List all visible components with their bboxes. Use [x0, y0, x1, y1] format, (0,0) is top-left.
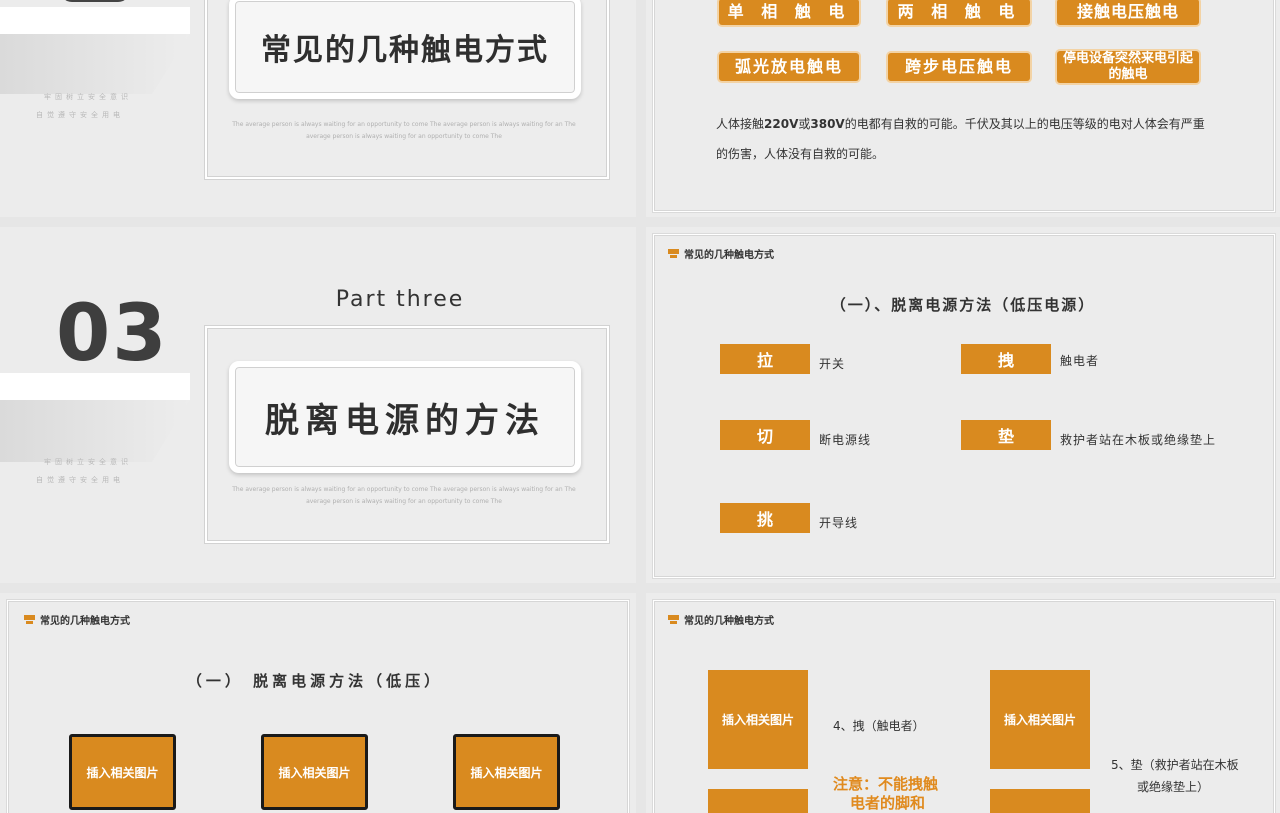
para-line2: 的伤害，人体没有自救的可能。 — [716, 147, 885, 161]
caption-5-line2: 或绝缘垫上） — [1137, 780, 1210, 794]
image-placeholder-2[interactable]: 插入相关图片 — [261, 734, 368, 810]
slide-1-thumbnail[interactable]: 牢固树立安全意识 自觉遵守安全用电 常见的几种触电方式 The average … — [0, 0, 636, 217]
decor-band-shadow — [0, 34, 190, 94]
decor-band — [0, 7, 190, 34]
image-placeholder-4-partial — [990, 789, 1090, 813]
tiny-slogan-1: 牢固树立安全意识 — [44, 93, 132, 101]
method-label-pad: 救护者站在木板或绝缘垫上 — [1060, 433, 1217, 447]
caption-4: 4、拽（触电者） — [833, 719, 925, 733]
header-icon — [668, 249, 679, 258]
section-title: （一）、脱离电源方法（低压电源） — [830, 296, 1096, 314]
slide-6-thumbnail[interactable]: 常见的几种触电方式 插入相关图片 插入相关图片 4、拽（触电者） 5、垫（救护者… — [646, 593, 1280, 813]
header-icon — [24, 615, 35, 624]
slide-3-thumbnail[interactable]: 03 牢固树立安全意识 自觉遵守安全用电 Part three 脱离电源的方法 … — [0, 227, 636, 583]
english-caption: The average person is always waiting for… — [232, 121, 576, 140]
decor-band-shadow — [0, 400, 190, 462]
method-key-pull: 拉 — [720, 344, 810, 374]
pill-single-phase: 单 相 触 电 — [719, 0, 859, 25]
method-label-pull: 开关 — [819, 357, 846, 371]
method-key-pad: 垫 — [961, 420, 1051, 450]
section-title: （一） 脱离电源方法（低压） — [186, 672, 444, 690]
slide-border — [653, 0, 1275, 212]
slide-title: 脱离电源的方法 — [229, 361, 581, 473]
image-placeholder-1[interactable]: 插入相关图片 — [708, 670, 808, 769]
header-text: 常见的几种触电方式 — [684, 250, 774, 261]
tiny-slogan-2: 自觉遵守安全用电 — [36, 476, 124, 484]
number-fragment — [60, 0, 130, 2]
slide-header: 常见的几种触电方式 — [24, 612, 130, 627]
section-number: 03 — [56, 289, 169, 379]
slide-header: 常见的几种触电方式 — [668, 612, 774, 627]
pill-contact-voltage: 接触电压触电 — [1057, 0, 1199, 25]
header-icon — [668, 615, 679, 624]
warning-note-line2: 电者的脚和 — [850, 794, 926, 812]
pill-sudden-power: 停电设备突然来电引起的触电 — [1057, 51, 1199, 83]
slide2-paragraph: 人体接触220V或380V的电都有自救的可能。千伏及其以上的电压等级的电对人体会… — [716, 109, 1216, 169]
method-key-cut: 切 — [720, 420, 810, 450]
slide-5-thumbnail[interactable]: 常见的几种触电方式 （一） 脱离电源方法（低压） 插入相关图片 插入相关图片 插… — [0, 593, 636, 813]
image-placeholder-3[interactable]: 插入相关图片 — [453, 734, 560, 810]
para-rest: 的电都有自救的可能。千伏及其以上的电压等级的电对人体会有严重 — [844, 117, 1205, 131]
method-label-cut: 断电源线 — [819, 433, 872, 447]
caption-5-line1: 5、垫（救护者站在木板 — [1111, 758, 1239, 772]
method-key-lift: 挑 — [720, 503, 810, 533]
image-placeholder-1[interactable]: 插入相关图片 — [69, 734, 176, 810]
method-label-drag: 触电者 — [1060, 354, 1100, 368]
method-key-drag: 拽 — [961, 344, 1051, 374]
method-label-lift: 开导线 — [819, 516, 859, 530]
voltage-380: 380V — [810, 117, 845, 131]
slide-header: 常见的几种触电方式 — [668, 246, 774, 261]
slide-title: 常见的几种触电方式 — [229, 0, 581, 99]
warning-note-line1: 注意：不能拽触 — [833, 775, 939, 793]
para-or: 或 — [798, 117, 811, 131]
slide-4-thumbnail[interactable]: 常见的几种触电方式 （一）、脱离电源方法（低压电源） 拉 开关 拽 触电者 切 … — [646, 227, 1280, 583]
header-text: 常见的几种触电方式 — [684, 616, 774, 627]
tiny-slogan-2: 自觉遵守安全用电 — [36, 111, 124, 119]
english-caption: The average person is always waiting for… — [232, 486, 576, 505]
header-text: 常见的几种触电方式 — [40, 616, 130, 627]
image-placeholder-3-partial — [708, 789, 808, 813]
slide-2-thumbnail[interactable]: 单 相 触 电 两 相 触 电 接触电压触电 弧光放电触电 跨步电压触电 停电设… — [646, 0, 1280, 217]
pill-step-voltage: 跨步电压触电 — [888, 53, 1030, 81]
voltage-220: 220V — [764, 117, 799, 131]
tiny-slogan-1: 牢固树立安全意识 — [44, 458, 132, 466]
pill-two-phase: 两 相 触 电 — [888, 0, 1030, 25]
part-label: Part three — [335, 287, 465, 312]
image-placeholder-2[interactable]: 插入相关图片 — [990, 670, 1090, 769]
pill-arc-discharge: 弧光放电触电 — [719, 53, 859, 81]
para-prefix: 人体接触 — [716, 117, 765, 131]
